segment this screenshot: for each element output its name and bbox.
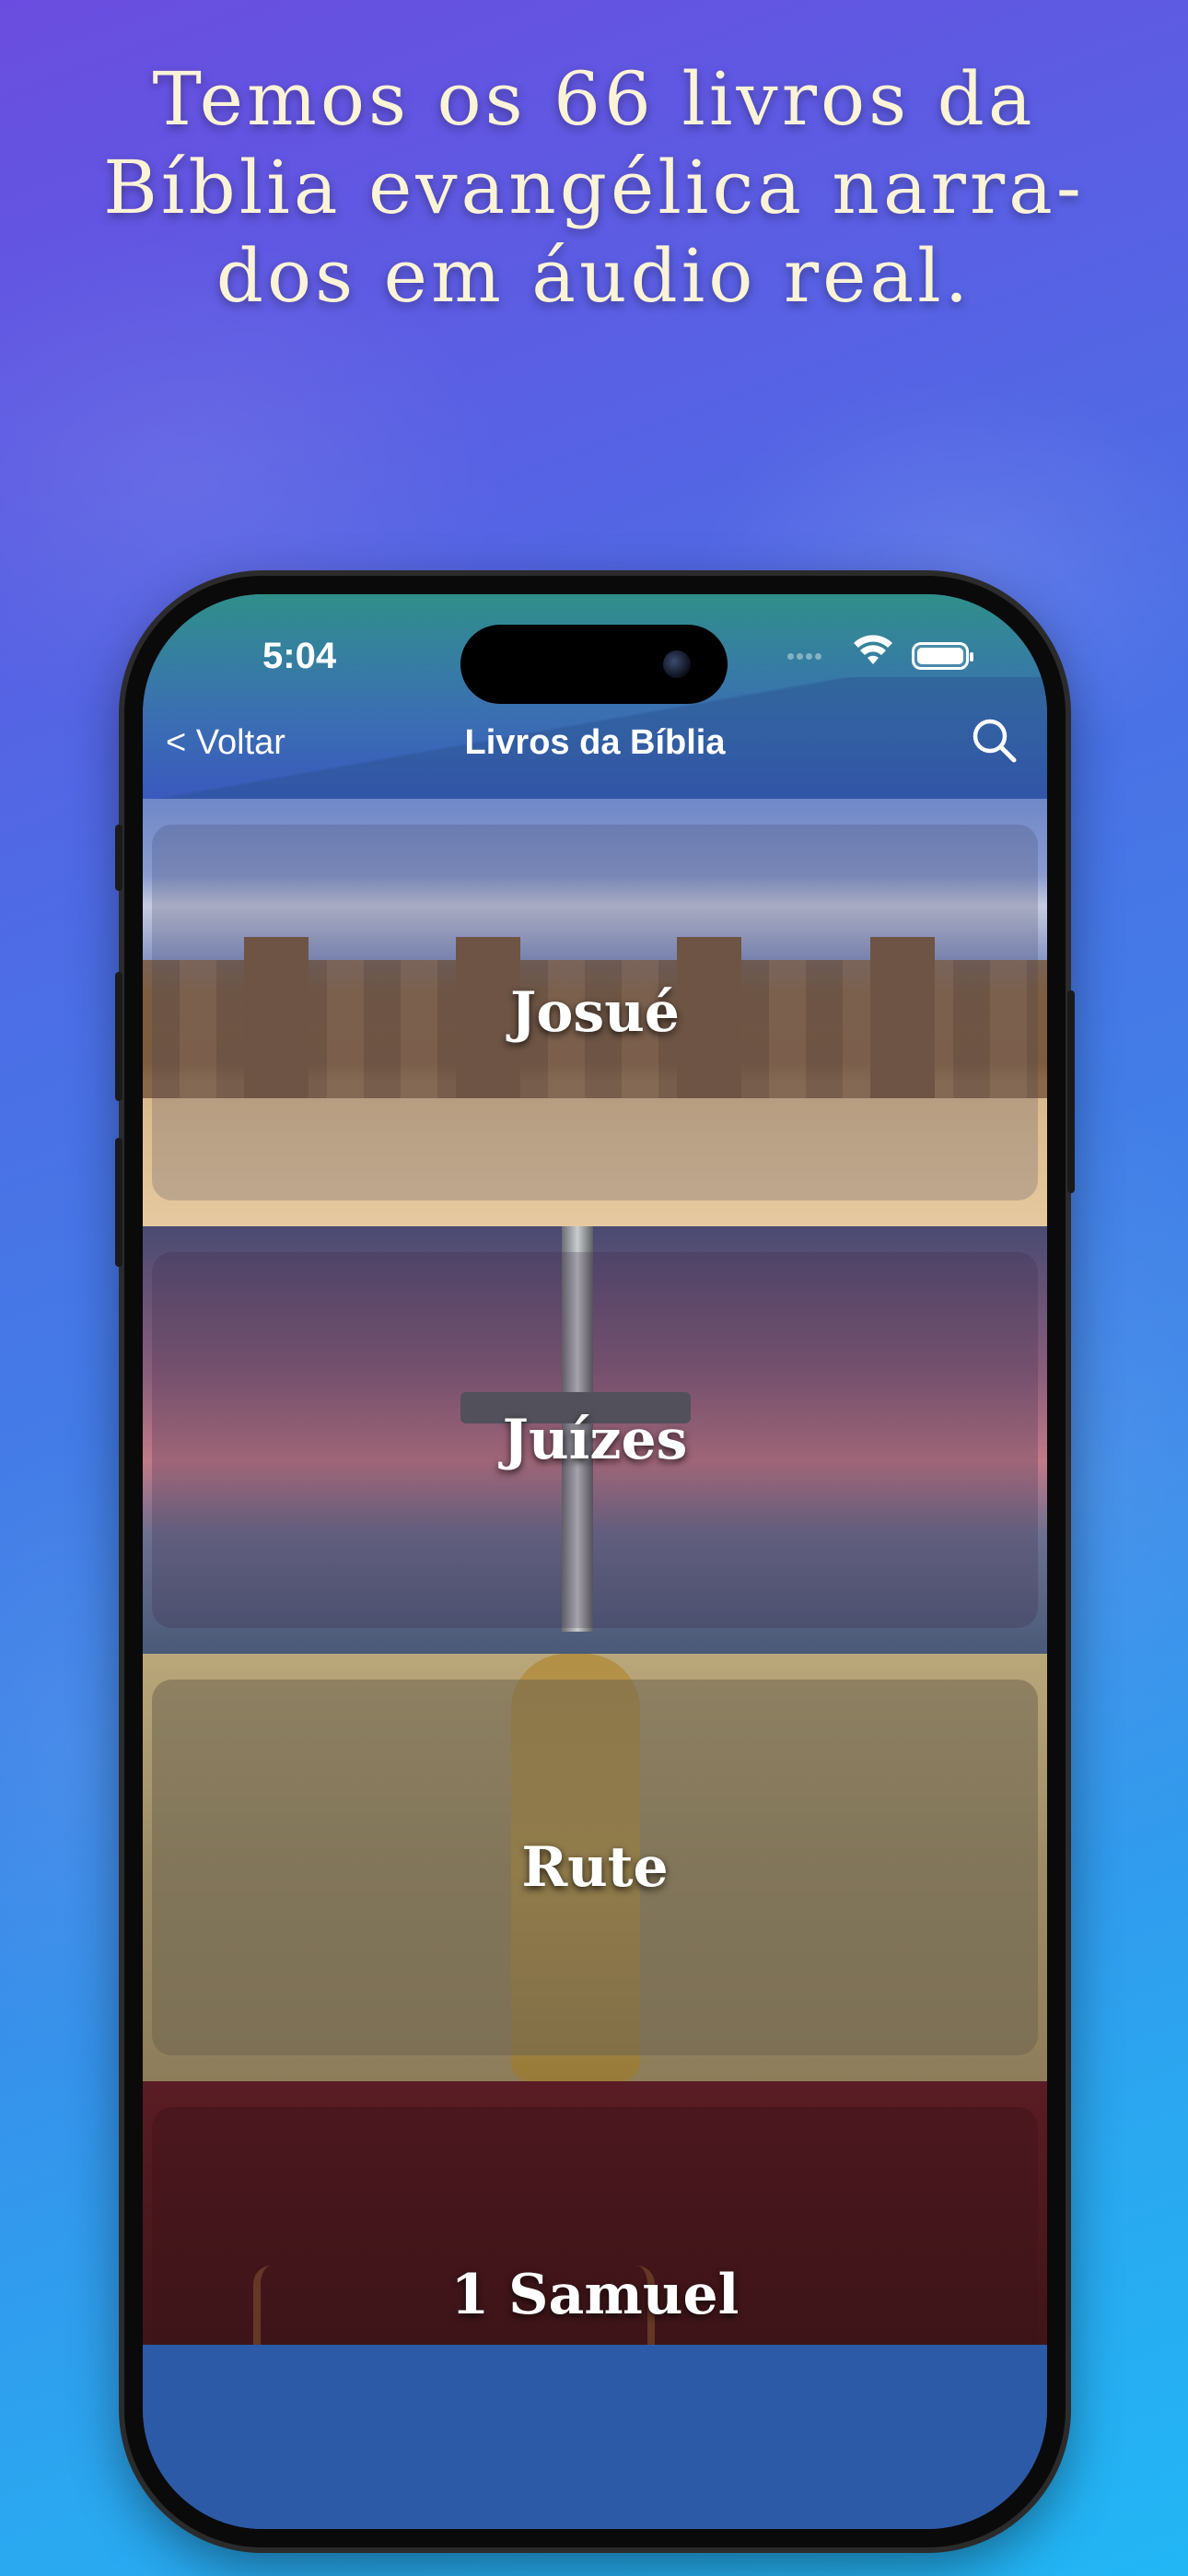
book-card[interactable]: Rute xyxy=(152,1680,1038,2055)
book-card[interactable]: Juízes xyxy=(152,1252,1038,1628)
list-item-juizes[interactable]: Juízes xyxy=(143,1226,1047,1654)
book-card[interactable]: Josué xyxy=(152,825,1038,1200)
page-title: Livros da Bíblia xyxy=(464,723,726,762)
power-button xyxy=(1067,990,1075,1193)
headline-line-3: dos em áudio real. xyxy=(215,233,973,319)
book-title: Rute xyxy=(521,1835,669,1900)
bottom-bar xyxy=(143,2345,1047,2529)
list-item-josue[interactable]: Josué xyxy=(143,799,1047,1226)
phone-screen: 5:04 < Voltar Livros da Bíblia Josué Juí… xyxy=(143,594,1047,2529)
status-time: 5:04 xyxy=(262,636,337,676)
phone-frame: 5:04 < Voltar Livros da Bíblia Josué Juí… xyxy=(115,576,1075,2547)
action-button xyxy=(115,825,122,891)
list-item-rute[interactable]: Rute xyxy=(143,1654,1047,2081)
book-title: Juízes xyxy=(502,1408,688,1472)
volume-down-button xyxy=(115,1138,122,1267)
battery-icon xyxy=(912,642,973,670)
headline-line-1: Temos os 66 livros da xyxy=(152,56,1036,142)
cellular-signal-icon xyxy=(787,648,824,664)
wifi-icon xyxy=(854,635,892,664)
headline-line-2: Bíblia evangélica narra- xyxy=(103,145,1085,230)
camera-icon xyxy=(663,650,691,678)
promo-headline: Temos os 66 livros da Bíblia evangélica … xyxy=(0,55,1188,321)
dynamic-island xyxy=(460,625,728,704)
book-list: Josué Juízes Rute 1 Samuel xyxy=(143,799,1047,2509)
volume-up-button xyxy=(115,972,122,1101)
book-title: Josué xyxy=(510,980,680,1045)
header-bar: 5:04 < Voltar Livros da Bíblia xyxy=(143,594,1047,825)
book-title: 1 Samuel xyxy=(450,2263,740,2327)
search-icon[interactable] xyxy=(968,714,1019,766)
